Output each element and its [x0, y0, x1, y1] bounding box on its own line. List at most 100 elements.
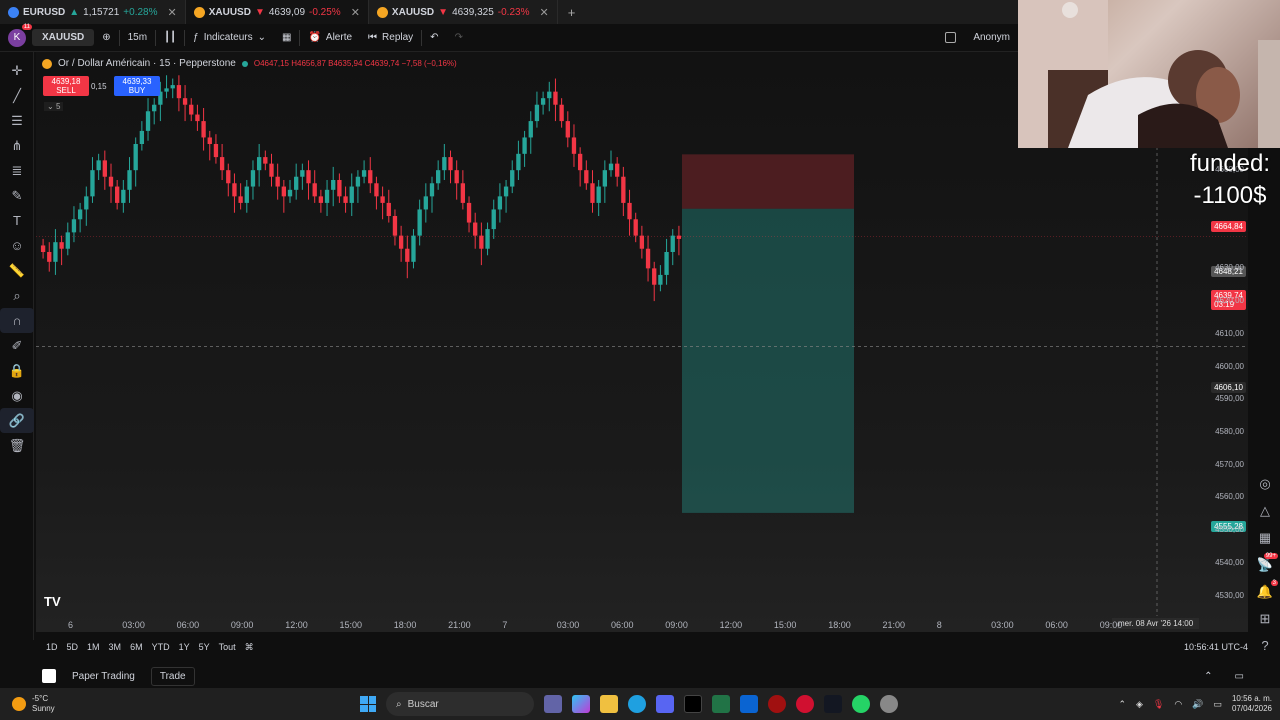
- indicators-collapse-toggle[interactable]: ⌄ 5: [44, 102, 64, 111]
- magnet-icon[interactable]: ∩: [0, 308, 34, 333]
- symbol-search[interactable]: XAUUSD: [32, 29, 95, 46]
- help-icon[interactable]: ?: [1250, 632, 1280, 659]
- outlook-icon[interactable]: [740, 695, 758, 713]
- tab-change: -0.25%: [309, 6, 341, 18]
- candle-body: [540, 98, 546, 105]
- battery-icon[interactable]: ▭: [1213, 699, 1222, 710]
- teams-icon[interactable]: [544, 695, 562, 713]
- avatar[interactable]: K 11: [8, 23, 32, 47]
- candle-type-icon[interactable]: ┃┃: [156, 24, 184, 52]
- lock-icon[interactable]: 🔒: [0, 358, 34, 383]
- time-axis[interactable]: mer. 08 Avr '26 14:00 6 03:00 06:00 09:00 12…: [36, 616, 1248, 634]
- calendar-icon[interactable]: ▦: [1250, 524, 1280, 551]
- discord-icon[interactable]: [656, 695, 674, 713]
- down-arrow-icon: ▼: [254, 6, 265, 18]
- brush-icon[interactable]: ✎: [0, 183, 34, 208]
- file-explorer-icon[interactable]: [600, 695, 618, 713]
- range-button-1m[interactable]: 1M: [87, 642, 100, 652]
- close-tab-icon[interactable]: ✕: [168, 6, 177, 19]
- windows-start-icon[interactable]: [360, 696, 376, 712]
- anonymous-toggle[interactable]: Anonym: [937, 24, 1018, 52]
- alert-button[interactable]: ⏰ Alerte: [300, 24, 360, 52]
- target-icon[interactable]: ◎: [1250, 470, 1280, 497]
- time-tick: 18:00: [828, 620, 851, 630]
- weather-widget[interactable]: -5°C Sunny: [0, 694, 360, 714]
- projection-icon[interactable]: ≣: [0, 158, 34, 183]
- range-button-1y[interactable]: 1Y: [179, 642, 190, 652]
- tab-xauusd-2[interactable]: XAUUSD ▼ 4639,325 -0.23% ✕: [369, 0, 558, 24]
- checkbox-icon: [945, 32, 957, 43]
- pitchfork-icon[interactable]: ⋔: [0, 133, 34, 158]
- layouts-grid-icon[interactable]: ▦: [274, 24, 299, 52]
- ruler-icon[interactable]: 📏: [0, 258, 34, 283]
- range-button-5y[interactable]: 5Y: [199, 642, 210, 652]
- whatsapp-icon[interactable]: [852, 695, 870, 713]
- clock-timezone[interactable]: 10:56:41 UTC-4: [1184, 642, 1248, 652]
- tray-chevron-up-icon[interactable]: ⌃: [1118, 699, 1126, 710]
- range-button-ytd[interactable]: YTD: [152, 642, 170, 652]
- eye-icon[interactable]: ◉: [0, 383, 34, 408]
- date-range-calendar-icon[interactable]: ⌘: [245, 642, 254, 653]
- trendline-icon[interactable]: ╱: [0, 83, 34, 108]
- time-tick: 09:00: [1099, 620, 1123, 630]
- edge-icon[interactable]: [628, 695, 646, 713]
- notifications-bell-icon[interactable]: 🔔 3: [1250, 578, 1280, 605]
- volume-icon[interactable]: 🔊: [1192, 699, 1203, 710]
- pencil-lock-icon[interactable]: ✐: [0, 333, 34, 358]
- microphone-icon[interactable]: 🎙: [1153, 699, 1164, 710]
- range-button-6m[interactable]: 6M: [130, 642, 143, 652]
- range-button-tout[interactable]: Tout: [219, 642, 236, 652]
- recorder-icon[interactable]: [768, 695, 786, 713]
- text-tool-icon[interactable]: T: [0, 208, 34, 233]
- apps-grid-icon[interactable]: ⊞: [1250, 605, 1280, 632]
- undo-icon[interactable]: ↶: [422, 24, 446, 52]
- replay-button[interactable]: ⏮ Replay: [360, 24, 421, 52]
- search-label: Buscar: [407, 698, 439, 710]
- sell-button[interactable]: 4639,18 SELL: [43, 76, 89, 96]
- opera-icon[interactable]: [796, 695, 814, 713]
- candle-body: [164, 88, 169, 92]
- buy-button[interactable]: 4639,33 BUY: [114, 76, 160, 96]
- trash-icon[interactable]: 🗑: [0, 433, 34, 458]
- range-button-3m[interactable]: 3M: [109, 642, 122, 652]
- x-app-icon[interactable]: [684, 695, 702, 713]
- paper-trading-tab[interactable]: Paper Trading: [64, 668, 143, 685]
- ideas-icon[interactable]: △: [1250, 497, 1280, 524]
- excel-icon[interactable]: [712, 695, 730, 713]
- close-tab-icon[interactable]: ✕: [539, 6, 548, 19]
- collapse-panel-chevron-icon[interactable]: ⌃: [1204, 671, 1212, 682]
- taskbar-search[interactable]: ⌕ Buscar: [386, 692, 534, 716]
- range-button-1d[interactable]: 1D: [46, 642, 58, 652]
- copilot-icon[interactable]: [572, 695, 590, 713]
- zoom-icon[interactable]: ⌕: [0, 283, 34, 308]
- crosshair-icon[interactable]: ✛: [0, 58, 34, 83]
- tab-xauusd-1[interactable]: XAUUSD ▼ 4639,09 -0.25% ✕: [185, 0, 369, 24]
- taskbar-clock[interactable]: 10:56 a. m. 07/04/2026: [1232, 694, 1272, 714]
- trade-tab[interactable]: Trade: [150, 666, 195, 686]
- redo-icon[interactable]: ↷: [447, 24, 471, 52]
- down-arrow-icon: ▼: [438, 6, 449, 18]
- tray-app-icon[interactable]: ◈: [1136, 699, 1143, 710]
- fib-lines-icon[interactable]: ☰: [0, 108, 34, 133]
- link-icon[interactable]: 🔗: [0, 408, 34, 433]
- candle-body: [436, 170, 441, 184]
- time-tick: 8: [936, 620, 942, 630]
- drawing-toolbar: ✛ ╱ ☰ ⋔ ≣ ✎ T ☺ 📏 ⌕ ∩ ✐ 🔒 ◉ 🔗 🗑: [0, 52, 34, 640]
- close-tab-icon[interactable]: ✕: [351, 6, 360, 19]
- range-button-5d[interactable]: 5D: [67, 642, 79, 652]
- indicators-label: Indicateurs: [203, 32, 253, 43]
- indicators-icon: ƒ: [193, 32, 199, 43]
- candle-body: [466, 202, 472, 223]
- broadcast-icon[interactable]: 📡 99+: [1250, 551, 1280, 578]
- interval-button[interactable]: 15m: [120, 24, 155, 52]
- wifi-icon[interactable]: ◠: [1174, 699, 1182, 710]
- chatgpt-icon[interactable]: [880, 695, 898, 713]
- maximize-panel-icon[interactable]: ▭: [1235, 671, 1244, 682]
- compare-plus-icon[interactable]: ⊕: [94, 24, 118, 52]
- price-tick: 4620,00: [1215, 296, 1244, 306]
- tab-eurusd[interactable]: EURUSD ▲ 1,15721 +0.28% ✕: [0, 0, 186, 24]
- tradingview-app-icon[interactable]: [824, 695, 842, 713]
- new-tab-plus-icon[interactable]: +: [558, 5, 586, 20]
- indicators-button[interactable]: ƒ Indicateurs ⌄: [185, 24, 274, 52]
- emoji-icon[interactable]: ☺: [0, 233, 34, 258]
